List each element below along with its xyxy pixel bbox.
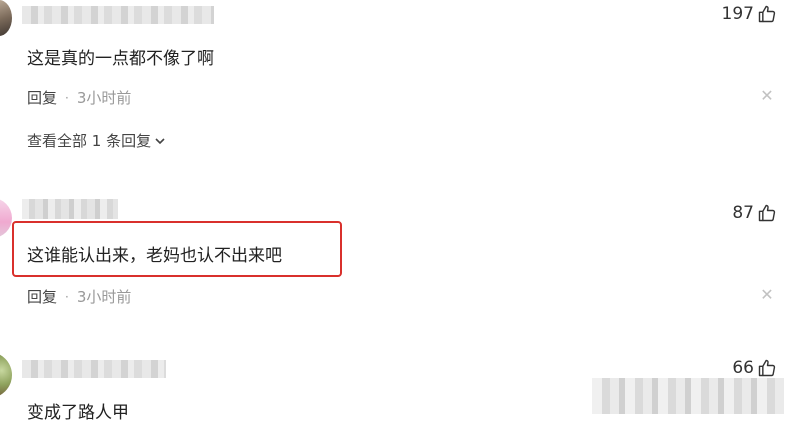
thumbs-up-icon[interactable]: [757, 203, 777, 223]
username-blurred[interactable]: [22, 360, 166, 378]
timestamp: 3小时前: [76, 89, 132, 107]
like-count: 66: [732, 358, 754, 378]
comment-meta: 回复 · 3小时前: [27, 286, 131, 307]
avatar[interactable]: [0, 0, 12, 36]
avatar[interactable]: [0, 352, 12, 398]
like-count-group[interactable]: 87: [732, 203, 777, 223]
comment-text: 这是真的一点都不像了啊: [27, 49, 214, 69]
like-count: 87: [732, 203, 754, 223]
reply-button[interactable]: 回复: [27, 286, 57, 307]
like-count-group[interactable]: 197: [722, 4, 777, 24]
thumbs-up-icon[interactable]: [757, 358, 777, 378]
avatar[interactable]: [0, 198, 12, 238]
chevron-down-icon: [155, 137, 165, 144]
separator-dot: ·: [65, 289, 69, 304]
timestamp: 3小时前: [76, 288, 132, 306]
like-count-group[interactable]: 66: [732, 358, 777, 378]
separator-dot: ·: [65, 90, 69, 105]
close-icon[interactable]: ✕: [760, 88, 774, 104]
close-icon[interactable]: ✕: [760, 287, 774, 303]
comment-text: 这谁能认出来，老妈也认不出来吧: [27, 246, 282, 266]
view-all-replies-label: 查看全部 1 条回复: [27, 132, 152, 150]
thumbs-up-icon[interactable]: [757, 4, 777, 24]
view-all-replies-link[interactable]: 查看全部 1 条回复: [27, 130, 166, 151]
blurred-overlay: [592, 378, 784, 414]
comment-text: 变成了路人甲: [27, 403, 129, 423]
comment-meta: 回复 · 3小时前: [27, 87, 131, 108]
username-blurred[interactable]: [22, 6, 214, 24]
like-count: 197: [721, 4, 754, 24]
username-blurred[interactable]: [22, 199, 118, 219]
reply-button[interactable]: 回复: [27, 87, 57, 108]
